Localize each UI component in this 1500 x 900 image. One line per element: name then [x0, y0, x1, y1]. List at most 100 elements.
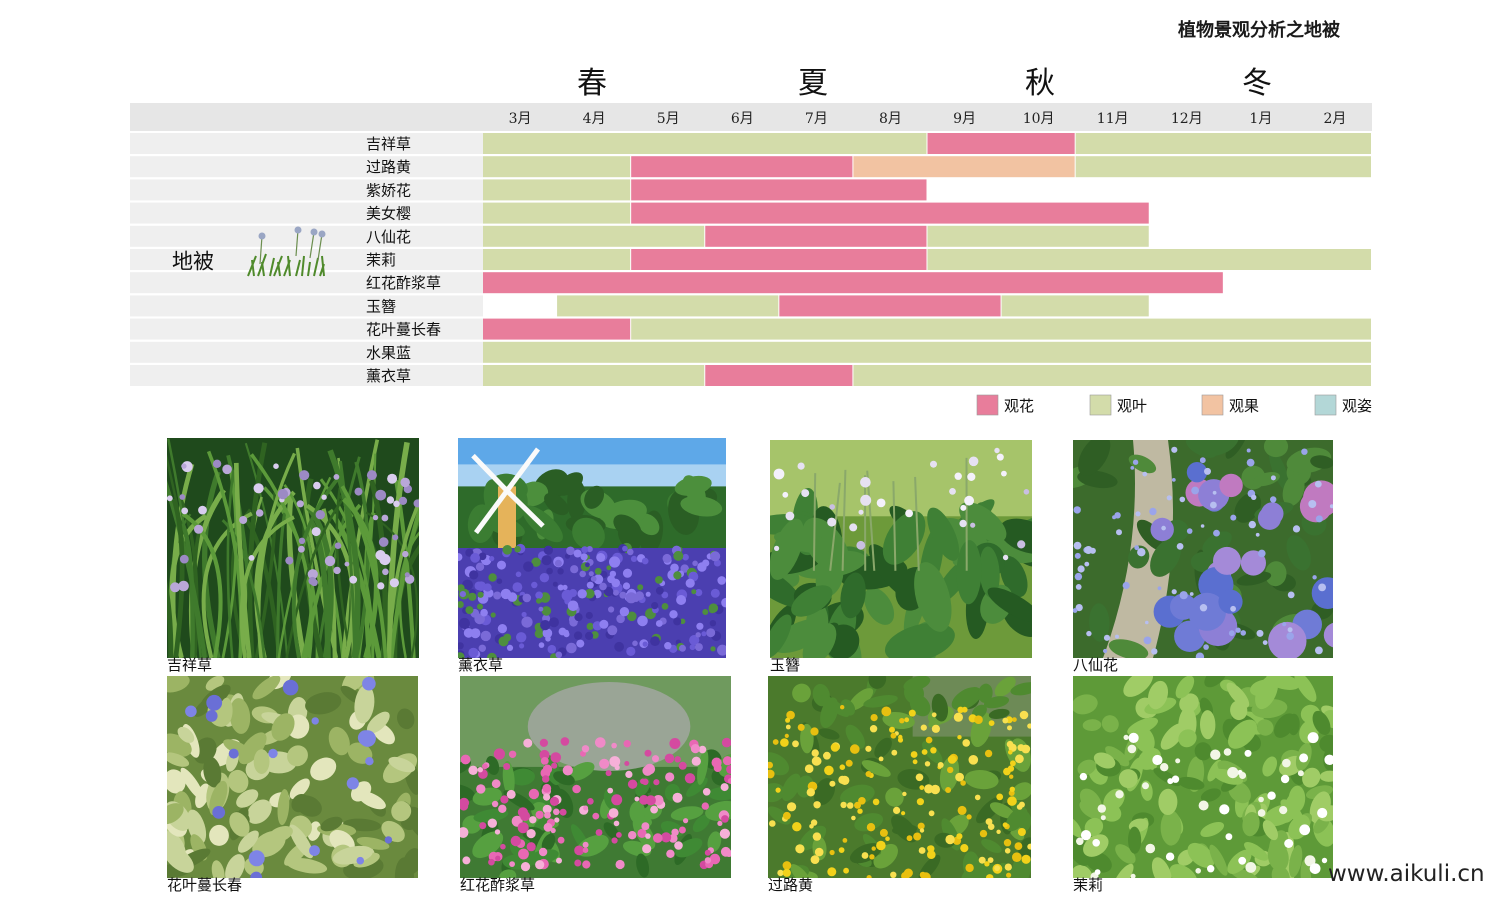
category-label: 地被: [172, 250, 214, 274]
legend-label: 观叶: [1117, 397, 1147, 415]
bar-segment-leaf: [1075, 156, 1371, 178]
photo-caption: 花叶蔓长春: [167, 876, 243, 894]
flower-head: [318, 230, 326, 238]
month-tick-label: 5月: [657, 111, 680, 127]
bar-segment-flower: [927, 133, 1075, 154]
bar-segment-flower: [631, 202, 1149, 224]
bar-segment-leaf: [483, 202, 631, 224]
plant-photo-hydrangea: [1073, 440, 1333, 658]
bar-segment-flower: [483, 272, 1223, 294]
legend-swatch: [976, 394, 999, 416]
photo-caption: 八仙花: [1073, 656, 1119, 674]
bar-segment-flower: [705, 365, 853, 386]
legend-swatch: [1201, 394, 1224, 416]
row-band: [130, 202, 483, 224]
legend-label: 观果: [1229, 397, 1259, 415]
month-tick-label: 8月: [879, 111, 902, 127]
legend-swatch: [1089, 394, 1112, 416]
plant-photo-lavender: [458, 438, 726, 658]
month-tick-label: 10月: [1023, 111, 1055, 127]
plant-name: 茉莉: [366, 251, 396, 269]
plant-name: 水果蓝: [366, 344, 411, 362]
bar-segment-leaf: [1001, 295, 1149, 317]
bar-segment-flower: [483, 318, 631, 340]
row-band: [130, 156, 483, 178]
bar-segment-fruit: [853, 156, 1075, 178]
legend-swatch: [1314, 394, 1337, 416]
bar-segment-leaf: [1075, 133, 1371, 154]
plant-photo-oxalis: [460, 676, 731, 878]
month-tick-label: 2月: [1323, 111, 1346, 127]
bar-segment-leaf: [557, 295, 779, 317]
bar-segment-leaf: [483, 225, 705, 247]
plant-photo-vinca: [167, 676, 418, 878]
plant-photo-jasmine: [1073, 676, 1333, 878]
photo-image: [167, 676, 418, 878]
photo-caption: 玉簪: [770, 656, 801, 674]
plant-photo-grass: [167, 438, 419, 658]
photo-image: [768, 676, 1031, 878]
month-tick-label: 4月: [583, 111, 606, 127]
flower-head: [294, 226, 302, 234]
season-label: 夏: [798, 66, 828, 101]
month-tick-label: 11月: [1097, 111, 1129, 127]
flower-head: [310, 228, 318, 236]
season-label: 秋: [1025, 66, 1055, 101]
bar-segment-leaf: [483, 179, 631, 201]
bar-segment-flower: [631, 179, 927, 201]
photo-image: [1073, 676, 1333, 878]
month-tick-label: 12月: [1171, 111, 1203, 127]
plant-name: 八仙花: [366, 228, 411, 246]
plant-name: 玉簪: [366, 297, 396, 315]
plant-photo-yellow: [768, 676, 1031, 878]
legend-label: 观姿: [1342, 397, 1372, 415]
row-band: [130, 225, 483, 247]
month-tick-label: 6月: [731, 111, 754, 127]
bar-segment-flower: [779, 295, 1001, 317]
bar-segment-leaf: [853, 365, 1371, 386]
watermark: www.aikuli.cn: [1328, 861, 1485, 887]
plant-name: 美女樱: [366, 205, 411, 223]
bar-segment-leaf: [483, 365, 705, 386]
photo-image: [167, 438, 419, 658]
photo-image: [770, 440, 1032, 658]
photo-image: [1073, 440, 1333, 658]
photo-image: [460, 676, 731, 878]
bar-segment-leaf: [483, 156, 631, 178]
season-label: 冬: [1242, 66, 1272, 101]
plant-name: 紫娇花: [366, 181, 411, 199]
photo-caption: 吉祥草: [167, 656, 213, 674]
bar-segment-leaf: [927, 225, 1149, 247]
row-band: [130, 179, 483, 201]
photo-caption: 过路黄: [768, 876, 814, 894]
row-band: [130, 341, 483, 363]
phenology-chart: 春 夏 秋 冬 3月 4月 5月 6月 7月 8月 9月 10月 11月 12月 1月 2月吉祥草过路黄紫娇花…: [130, 66, 1372, 416]
photo-image: [458, 438, 726, 658]
bar-segment-flower: [631, 249, 927, 270]
bar-segment-flower: [631, 156, 853, 178]
month-tick-label: 3月: [509, 111, 532, 127]
plant-name: 过路黄: [366, 158, 411, 176]
plant-name: 吉祥草: [366, 135, 411, 153]
plant-name: 红花酢浆草: [366, 274, 441, 292]
bar-segment-flower: [705, 225, 927, 247]
plant-photo-hosta: [770, 440, 1032, 658]
season-label: 春: [577, 66, 607, 101]
row-band: [130, 295, 483, 317]
bar-segment-leaf: [631, 318, 1371, 340]
bar-segment-leaf: [483, 249, 631, 270]
month-tick-label: 1月: [1249, 111, 1272, 127]
plant-name: 薰衣草: [366, 367, 411, 385]
month-tick-label: 9月: [953, 111, 976, 127]
legend-label: 观花: [1004, 397, 1034, 415]
bar-segment-leaf: [927, 249, 1371, 270]
plant-name: 花叶蔓长春: [366, 321, 441, 339]
bar-segment-leaf: [483, 341, 1371, 363]
photo-caption: 茉莉: [1073, 876, 1104, 894]
month-tick-label: 7月: [805, 111, 828, 127]
flower-head: [258, 232, 266, 240]
photo-caption: 薰衣草: [458, 656, 504, 674]
row-band: [130, 133, 483, 154]
bar-segment-leaf: [483, 133, 927, 154]
photo-caption: 红花酢浆草: [460, 876, 536, 894]
